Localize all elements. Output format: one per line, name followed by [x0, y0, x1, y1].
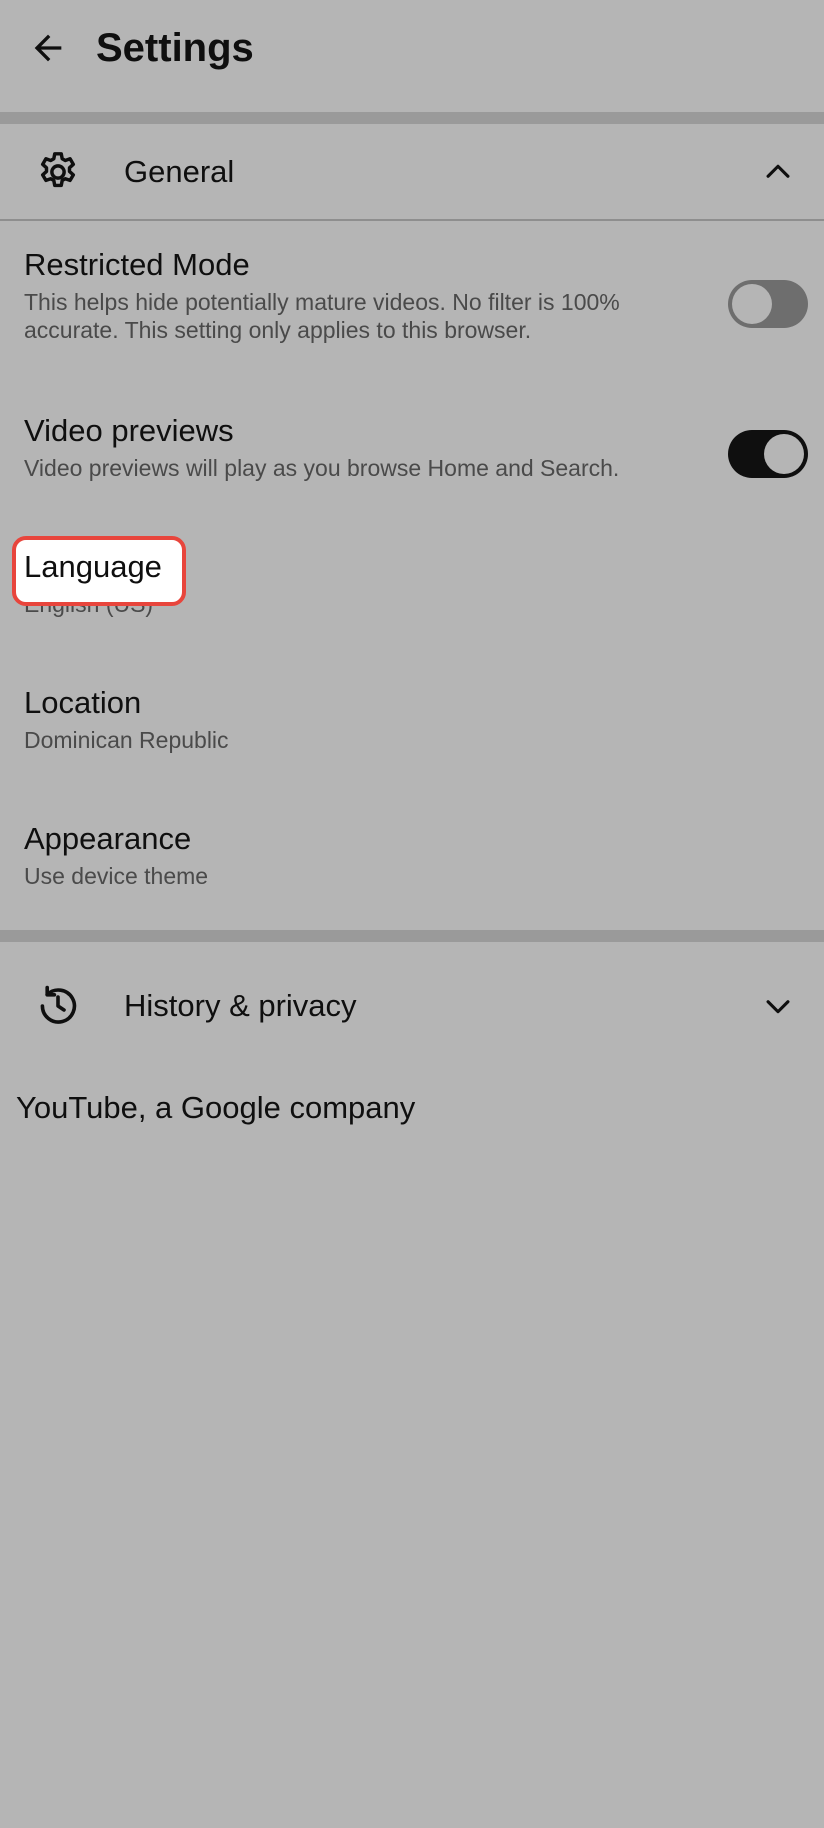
- app-header: Settings: [0, 0, 824, 112]
- restricted-mode-toggle[interactable]: [728, 280, 808, 328]
- history-icon: [34, 982, 82, 1030]
- general-section-header[interactable]: General: [0, 124, 824, 220]
- setting-title: Restricted Mode: [24, 247, 250, 282]
- setting-language-title-row: Language: [0, 540, 824, 600]
- chevron-down-icon: [760, 988, 796, 1024]
- setting-subtitle: Dominican Republic: [24, 727, 229, 753]
- history-section-label: History & privacy: [124, 988, 357, 1023]
- video-previews-toggle[interactable]: [728, 430, 808, 478]
- setting-location[interactable]: Location Dominican Republic: [0, 676, 824, 776]
- arrow-back-icon: [34, 34, 62, 62]
- toggle-knob: [764, 434, 804, 474]
- chevron-up-icon: [760, 154, 796, 190]
- setting-restricted-mode[interactable]: Restricted Mode This helps hide potentia…: [0, 240, 824, 360]
- toggle-knob: [732, 284, 772, 324]
- setting-subtitle: Video previews will play as you browse H…: [24, 455, 620, 481]
- setting-subtitle: Use device theme: [24, 863, 209, 889]
- back-button[interactable]: [22, 22, 74, 74]
- setting-appearance[interactable]: Appearance Use device theme: [0, 812, 824, 912]
- section-separator: [0, 930, 824, 942]
- general-section-label: General: [124, 154, 235, 189]
- section-divider: [0, 219, 824, 221]
- page-title: Settings: [96, 26, 254, 70]
- section-separator: [0, 112, 824, 124]
- setting-subtitle: This helps hide potentially mature video…: [24, 289, 620, 343]
- history-section-header[interactable]: History & privacy: [0, 958, 824, 1054]
- gear-icon: [34, 148, 82, 196]
- setting-title: Video previews: [24, 413, 234, 448]
- setting-video-previews[interactable]: Video previews Video previews will play …: [0, 404, 824, 504]
- setting-title: Language: [24, 549, 162, 584]
- setting-title: Location: [24, 685, 142, 720]
- footer-company-text: YouTube, a Google company: [16, 1090, 416, 1125]
- setting-title: Appearance: [24, 821, 192, 856]
